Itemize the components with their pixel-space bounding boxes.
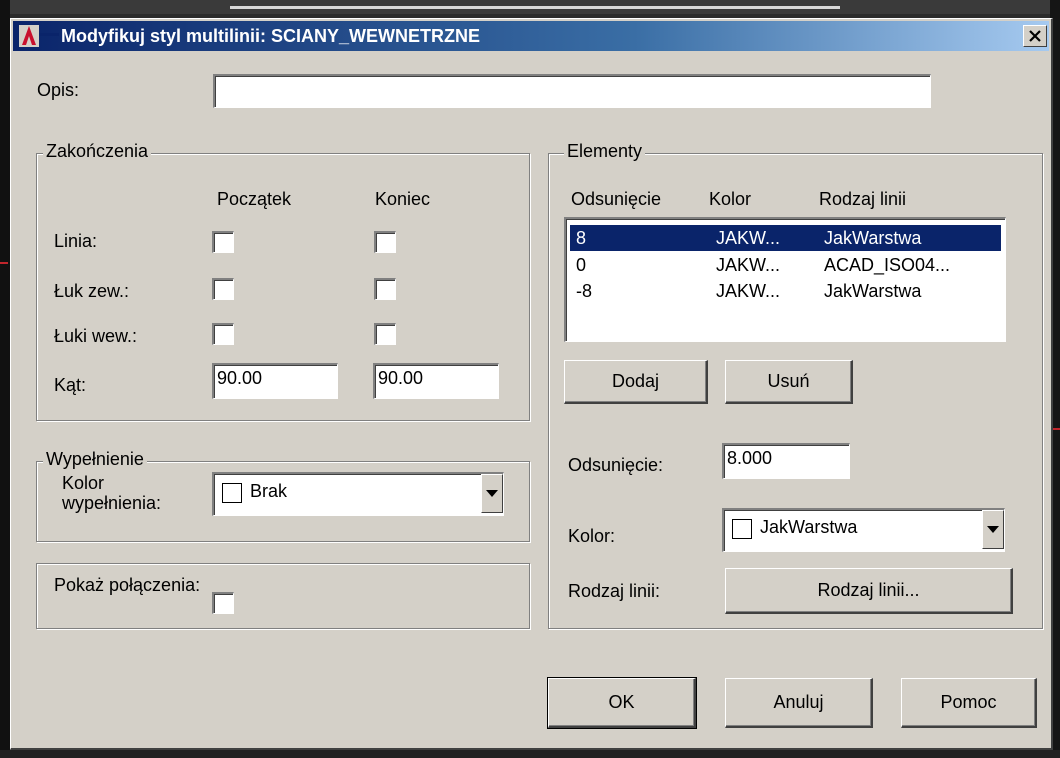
angle-end-input[interactable]: 90.00 — [373, 363, 499, 399]
list-item[interactable]: 8 JAKW... JakWarstwa — [570, 225, 1001, 251]
outer-arc-start-checkbox[interactable] — [212, 278, 234, 300]
outer-arc-end-checkbox[interactable] — [374, 278, 396, 300]
description-label: Opis: — [37, 80, 80, 100]
list-item[interactable]: -8 JAKW... JakWarstwa — [570, 278, 1001, 304]
ok-button[interactable]: OK — [547, 677, 697, 729]
chevron-down-icon[interactable] — [982, 510, 1004, 549]
caps-group-title: Zakończenia — [43, 141, 152, 162]
autocad-icon — [19, 25, 59, 47]
title-bar[interactable]: Modyfikuj styl multilinii: SCIANY_WEWNET… — [13, 21, 1049, 51]
add-element-button[interactable]: Dodaj — [564, 360, 708, 404]
element-color-value: JakWarstwa — [760, 517, 858, 537]
background-mark — [1052, 428, 1060, 430]
background-bottom — [0, 750, 1060, 758]
caps-outer-arc-label: Łuk zew.: — [54, 281, 130, 301]
element-color: JAKW... — [716, 228, 781, 248]
background-line — [230, 6, 840, 9]
element-color: JAKW... — [716, 281, 781, 301]
caps-angle-label: Kąt: — [54, 375, 87, 395]
color-swatch — [222, 483, 242, 503]
element-linetype: JakWarstwa — [824, 281, 922, 301]
element-linetype: ACAD_ISO04... — [824, 255, 951, 275]
elements-header-linetype: Rodzaj linii — [819, 189, 907, 209]
remove-element-button[interactable]: Usuń — [725, 360, 853, 404]
background-left — [0, 0, 10, 758]
joints-label: Pokaż połączenia: — [54, 575, 201, 595]
fill-color-combo[interactable]: Brak — [212, 472, 504, 516]
close-button[interactable] — [1023, 25, 1047, 47]
description-input[interactable] — [213, 74, 931, 108]
element-color-combo[interactable]: JakWarstwa — [722, 508, 1005, 552]
inner-arcs-end-checkbox[interactable] — [374, 323, 396, 345]
elements-header-color: Kolor — [709, 189, 752, 209]
fill-color-value: Brak — [250, 481, 288, 501]
window-title: Modyfikuj styl multilinii: SCIANY_WEWNET… — [61, 26, 481, 46]
fill-color-label: Kolor wypełnienia: — [62, 473, 162, 513]
angle-start-input[interactable]: 90.00 — [212, 363, 338, 399]
caps-start-header: Początek — [217, 189, 292, 209]
caps-end-header: Koniec — [375, 189, 431, 209]
cancel-button[interactable]: Anuluj — [725, 678, 873, 728]
linetype-button[interactable]: Rodzaj linii... — [725, 568, 1013, 614]
color-swatch — [732, 519, 752, 539]
element-offset: -8 — [576, 281, 593, 301]
list-item[interactable]: 0 JAKW... ACAD_ISO04... — [570, 252, 1001, 278]
offset-label: Odsunięcie: — [568, 455, 664, 475]
line-end-checkbox[interactable] — [374, 231, 396, 253]
dialog-window: Modyfikuj styl multilinii: SCIANY_WEWNET… — [10, 18, 1053, 750]
element-offset: 8 — [576, 228, 587, 248]
element-linetype: JakWarstwa — [824, 228, 922, 248]
elements-group-title: Elementy — [564, 141, 646, 162]
help-button[interactable]: Pomoc — [901, 678, 1037, 728]
fill-group-title: Wypełnienie — [43, 449, 147, 470]
elements-list[interactable]: 8 JAKW... JakWarstwa 0 JAKW... ACAD_ISO0… — [564, 217, 1006, 342]
linetype-label: Rodzaj linii: — [568, 581, 661, 601]
joints-checkbox[interactable] — [212, 592, 234, 614]
element-color: JAKW... — [716, 255, 781, 275]
line-start-checkbox[interactable] — [212, 231, 234, 253]
close-icon — [1029, 30, 1041, 42]
chevron-down-icon[interactable] — [481, 474, 503, 513]
element-offset: 0 — [576, 255, 587, 275]
joints-group — [36, 563, 530, 629]
element-color-label: Kolor: — [568, 526, 616, 546]
caps-line-label: Linia: — [54, 231, 98, 251]
elements-header-offset: Odsunięcie — [571, 189, 662, 209]
inner-arcs-start-checkbox[interactable] — [212, 323, 234, 345]
offset-input[interactable]: 8.000 — [722, 443, 850, 479]
background-mark — [0, 262, 8, 264]
caps-inner-arcs-label: Łuki wew.: — [54, 326, 138, 346]
